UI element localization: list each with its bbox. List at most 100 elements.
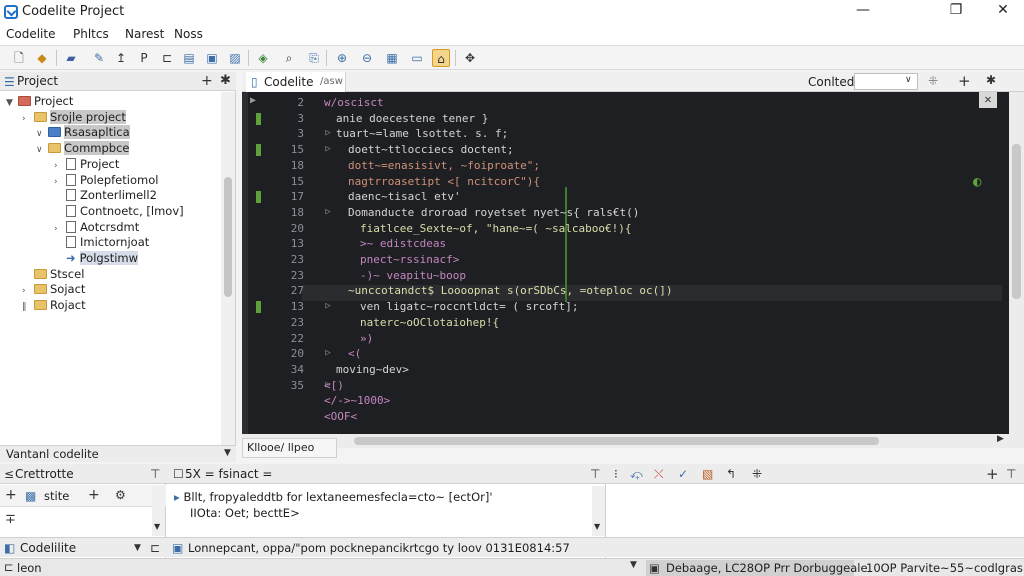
check-icon[interactable]: ✓	[678, 467, 688, 481]
expand-arrow-icon[interactable]: ›	[54, 224, 66, 234]
project-tree-scrollbar[interactable]	[221, 92, 235, 447]
tree-item[interactable]: › Sojact	[22, 282, 85, 298]
tree-item[interactable]: › Srojle project	[22, 109, 126, 126]
bottom-left-tab[interactable]: stite	[44, 489, 69, 503]
expand-arrow-icon[interactable]: ∨	[36, 145, 48, 155]
add-icon[interactable]: +	[986, 465, 999, 483]
scroll-right-icon[interactable]: ▶	[997, 434, 1004, 444]
filter-icon[interactable]: ⁝	[614, 467, 618, 481]
tools-icon[interactable]: ✎	[90, 49, 108, 67]
maximize-button[interactable]: ❐	[941, 2, 971, 22]
output-scrollbar[interactable]: ▼	[592, 486, 605, 536]
tree-item[interactable]: › Polepfetiomol	[54, 173, 158, 189]
output-icon[interactable]: ▣	[203, 49, 221, 67]
pin-icon[interactable]: ⊤	[1006, 467, 1016, 481]
chevron-down-icon[interactable]: ▼	[134, 543, 141, 553]
expand-icon[interactable]: ∓	[5, 512, 16, 527]
tree-item[interactable]: ‖ Rojact	[22, 298, 86, 314]
scrollbar-thumb[interactable]	[1012, 144, 1021, 299]
fold-arrow-icon[interactable]: ▷	[322, 301, 334, 311]
debug-icon[interactable]: ◈	[254, 49, 272, 67]
chevron-down-icon[interactable]: ▼	[224, 448, 231, 458]
tree-item[interactable]: Zonterlimell2	[54, 188, 157, 204]
status-toggle-icon[interactable]: ⊏	[4, 560, 14, 574]
zoom-in-icon[interactable]: ⊕	[333, 49, 351, 67]
return-icon[interactable]: ↰	[726, 467, 736, 481]
tree-item[interactable]: › Project	[54, 157, 119, 173]
tree-item[interactable]: Imictornjoat	[54, 235, 149, 251]
tree-item[interactable]: Stscel	[22, 267, 84, 283]
chevron-down-icon[interactable]: ▼	[630, 560, 637, 570]
expand-arrow-icon[interactable]: ‖	[22, 302, 34, 312]
editor-bottom-tab[interactable]: Kllooe/ llpeo	[242, 438, 337, 458]
scroll-down-icon[interactable]: ▼	[594, 522, 600, 531]
build-icon[interactable]: ⊏	[158, 49, 176, 67]
minimize-button[interactable]: —	[848, 2, 878, 22]
fold-arrow-icon[interactable]: ▷	[322, 144, 334, 154]
save-icon[interactable]: ▰	[62, 49, 80, 67]
move-icon[interactable]: ✥	[461, 49, 479, 67]
menu-narest[interactable]: Narest	[125, 27, 164, 41]
search-icon[interactable]: ⌕	[280, 49, 298, 67]
panel-toggle-icon[interactable]: ≤	[4, 467, 14, 481]
code-editor[interactable]: ▶ ◐ ✕ 2 w/oscisct 3 anie doecestene tener }…	[242, 92, 1009, 434]
expand-arrow-icon[interactable]: ∨	[36, 129, 48, 139]
open-icon[interactable]: ◆	[33, 49, 51, 67]
pin-icon[interactable]: ↥	[112, 49, 130, 67]
gear-icon[interactable]: ⚙	[115, 488, 126, 502]
pin-icon[interactable]: ⊤	[150, 467, 160, 481]
replace-icon[interactable]: ⎘	[305, 49, 323, 67]
pin-icon[interactable]: ⊤	[590, 467, 600, 481]
find-in-files-icon[interactable]: ⊖	[358, 49, 376, 67]
add-tab-icon[interactable]: +	[958, 72, 971, 90]
more-icon[interactable]: ⁜	[752, 467, 762, 481]
output-icon[interactable]: ▧	[702, 467, 713, 481]
add-icon[interactable]: +	[201, 73, 213, 89]
fold-arrow-icon[interactable]: ▷	[322, 128, 334, 138]
tree-item[interactable]: › Aotcrsdmt	[54, 220, 139, 236]
fold-arrow-icon[interactable]: ▷	[322, 207, 334, 217]
context-dropdown[interactable]: ∨	[854, 73, 918, 90]
new-file-icon[interactable]: 🗋	[10, 49, 28, 67]
stop-icon[interactable]: ⤬	[654, 467, 664, 482]
step-icon[interactable]: ⤽	[630, 467, 643, 482]
image-icon[interactable]: ▨	[226, 49, 244, 67]
bottom-left-scrollbar[interactable]: ▼	[152, 486, 165, 536]
terminal-icon[interactable]: ▭	[408, 49, 426, 67]
breakpoint-status-icon[interactable]: ◐	[973, 174, 981, 190]
tree-item[interactable]: ∨ Rsasapltica	[36, 125, 130, 141]
editor-vertical-scrollbar[interactable]	[1009, 92, 1024, 434]
menu-noss[interactable]: Noss	[174, 27, 203, 41]
checkbox-icon[interactable]: ☐	[173, 467, 184, 481]
add-item-icon[interactable]: +	[88, 487, 100, 503]
panel-pin-icon[interactable]: ✱	[986, 73, 996, 87]
fold-arrow-icon[interactable]: ▷	[322, 348, 334, 358]
expand-arrow-icon[interactable]: ›	[54, 177, 66, 187]
add-icon[interactable]: +	[5, 487, 17, 503]
tree-item[interactable]: ∨ Commpbce	[36, 141, 130, 157]
expand-arrow-icon[interactable]: ›	[22, 286, 34, 296]
expand-arrow-icon[interactable]: ›	[22, 114, 34, 124]
tree-item[interactable]: ➜ Polgstimw	[54, 251, 138, 267]
menu-phltcs[interactable]: Phltcs	[73, 27, 109, 41]
menu-codelite[interactable]: Codelite	[6, 27, 55, 41]
tasks-icon[interactable]: ▦	[383, 49, 401, 67]
panel-toggle-icon[interactable]: ⊏	[150, 541, 160, 555]
expand-arrow-icon[interactable]: ›	[54, 161, 66, 171]
layout-icon[interactable]: ▤	[180, 49, 198, 67]
editor-horizontal-scrollbar[interactable]: ▶	[242, 434, 1024, 448]
scrollbar-thumb[interactable]	[354, 437, 879, 445]
tree-item[interactable]: Contnoetc, [lmov]	[54, 204, 184, 220]
close-editor-button[interactable]: ✕	[979, 92, 997, 108]
close-button[interactable]: ✕	[988, 2, 1018, 22]
editor-tab[interactable]: ▯ Codelite /asw	[246, 72, 346, 92]
scrollbar-thumb[interactable]	[224, 177, 232, 297]
lock-icon[interactable]: ⌂	[432, 49, 450, 67]
debugger-status[interactable]: ▣ Debaage, LC28OP Prr Dorbuggeale	[646, 560, 868, 576]
tree-item[interactable]: ▼ Project	[6, 94, 73, 110]
bookmark-icon[interactable]: P	[135, 49, 153, 67]
pin-panel-icon[interactable]: ✱	[220, 73, 231, 88]
scroll-down-icon[interactable]: ▼	[154, 522, 160, 531]
split-icon[interactable]: ⁜	[928, 74, 938, 88]
expand-arrow-icon[interactable]: ▼	[6, 98, 18, 108]
